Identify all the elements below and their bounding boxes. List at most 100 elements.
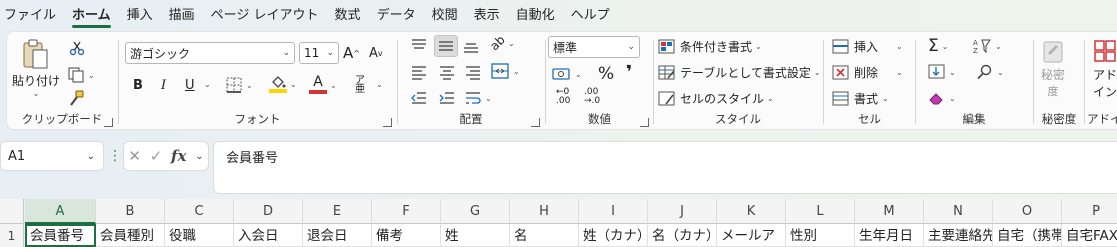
alignment-launcher-icon[interactable] [531, 118, 540, 127]
formula-input[interactable]: 会員番号 [213, 141, 1117, 194]
column-header-m[interactable]: M [855, 199, 924, 224]
menu-draw[interactable]: 描画 [161, 0, 203, 30]
merge-center-button[interactable]: ⌄ [490, 62, 520, 80]
underline-dropdown[interactable]: ⌄ [201, 80, 211, 89]
align-middle-button[interactable] [434, 35, 458, 57]
align-right-button[interactable] [464, 64, 482, 80]
increase-indent-button[interactable] [438, 90, 456, 106]
paste-button[interactable]: 貼り付け ⌄ [12, 38, 60, 98]
bold-button[interactable]: B [133, 78, 143, 93]
select-all-corner[interactable] [0, 199, 24, 224]
cell-styles-button[interactable]: セルのスタイル ⌄ [658, 90, 774, 107]
column-header-e[interactable]: E [303, 199, 372, 224]
cell-i1[interactable]: 姓（カナ） [579, 224, 648, 247]
menu-home[interactable]: ホーム [64, 0, 119, 30]
column-header-i[interactable]: I [579, 199, 648, 224]
align-left-button[interactable] [410, 64, 428, 80]
paste-dropdown-icon[interactable]: ⌄ [33, 89, 40, 98]
cell-n1[interactable]: 主要連絡先 [924, 224, 993, 247]
column-header-l[interactable]: L [786, 199, 855, 224]
column-header-b[interactable]: B [96, 199, 165, 224]
insert-cells-button[interactable]: 挿入 ⌄ [832, 38, 903, 55]
more-options-icon[interactable]: ⋮ [108, 148, 122, 164]
autosum-button[interactable]: Σ ⌄ [928, 36, 948, 56]
column-header-j[interactable]: J [648, 199, 717, 224]
borders-button[interactable]: ⌄ [225, 76, 253, 94]
column-header-d[interactable]: D [234, 199, 303, 224]
cell-j1[interactable]: 名（カナ） [648, 224, 717, 247]
menu-formulas[interactable]: 数式 [327, 0, 369, 30]
column-header-o[interactable]: O [993, 199, 1062, 224]
wrap-text-button[interactable]: ⌄ [464, 90, 492, 106]
cell-b1[interactable]: 会員種別 [96, 224, 165, 247]
column-header-c[interactable]: C [165, 199, 234, 224]
format-cells-button[interactable]: 書式 ⌄ [832, 90, 889, 107]
name-box[interactable]: A1 ⌄ [0, 141, 104, 171]
menu-view[interactable]: 表示 [466, 0, 508, 30]
column-header-a[interactable]: A [25, 199, 96, 224]
cell-f1[interactable]: 備考 [372, 224, 441, 247]
cell-e1[interactable]: 退会日 [303, 224, 372, 247]
align-top-button[interactable] [410, 38, 428, 54]
number-launcher-icon[interactable] [640, 118, 649, 127]
row-header[interactable]: 1 [0, 224, 24, 247]
increase-decimal-button[interactable]: ←0.00 [556, 88, 570, 106]
font-color-button[interactable]: A ⌄ [309, 75, 337, 94]
font-name-combo[interactable]: 游ゴシック ⌄ [125, 42, 295, 64]
menu-review[interactable]: 校閲 [424, 0, 466, 30]
percent-style-button[interactable]: % [598, 64, 614, 84]
cell-h1[interactable]: 名 [510, 224, 579, 247]
comma-style-button[interactable]: ❜ [626, 62, 632, 83]
decrease-font-size-button[interactable]: Av [369, 46, 383, 61]
clear-button[interactable]: ⌄ [928, 90, 956, 106]
orientation-button[interactable]: ab ⌄ [487, 33, 514, 53]
cell-p1[interactable]: 自宅FAX [1062, 224, 1117, 247]
accounting-format-button[interactable]: ⌄ [552, 66, 582, 82]
copy-button[interactable]: ⌄ [67, 66, 95, 84]
column-header-f[interactable]: F [372, 199, 441, 224]
cell-o1[interactable]: 自宅（携帯 [993, 224, 1062, 247]
cell-a1[interactable]: 会員番号 [25, 224, 96, 247]
increase-font-size-button[interactable]: A ^ [343, 44, 360, 62]
chevron-down-icon[interactable]: ⌄ [195, 151, 203, 162]
clipboard-launcher-icon[interactable] [104, 118, 113, 127]
menu-insert[interactable]: 挿入 [119, 0, 161, 30]
font-size-combo[interactable]: 11 ⌄ [299, 42, 339, 64]
delete-cells-button[interactable]: 削除 ⌄ [832, 64, 903, 81]
decrease-indent-button[interactable] [410, 90, 428, 106]
fill-color-button[interactable]: ⌄ [269, 76, 297, 93]
font-launcher-icon[interactable] [383, 118, 392, 127]
menu-page-layout[interactable]: ページ レイアウト [203, 0, 327, 30]
enter-icon[interactable]: ✓ [150, 147, 163, 165]
sensitivity-button[interactable]: 秘密 度 [1040, 38, 1066, 99]
cell-d1[interactable]: 入会日 [234, 224, 303, 247]
align-bottom-button[interactable] [462, 38, 480, 54]
menu-help[interactable]: ヘルプ [563, 0, 618, 30]
column-header-g[interactable]: G [441, 199, 510, 224]
sort-filter-button[interactable]: AZ ⌄ [972, 38, 1002, 54]
column-header-p[interactable]: P [1062, 199, 1117, 224]
format-as-table-button[interactable]: テーブルとして書式設定 ⌄ [658, 64, 821, 81]
cell-g1[interactable]: 姓 [441, 224, 510, 247]
cut-button[interactable] [69, 40, 85, 56]
insert-function-icon[interactable]: fx [171, 147, 186, 165]
conditional-formatting-button[interactable]: 条件付き書式 ⌄ [658, 38, 762, 55]
cancel-icon[interactable]: ✕ [128, 147, 141, 165]
column-header-k[interactable]: K [717, 199, 786, 224]
menu-automate[interactable]: 自動化 [508, 0, 563, 30]
menu-data[interactable]: データ [369, 0, 424, 30]
phonetic-dropdown[interactable]: ⌄ [373, 80, 383, 89]
menu-file[interactable]: ファイル [0, 0, 64, 30]
find-select-button[interactable]: ⌄ [976, 64, 1004, 80]
addins-button[interactable]: アド イン [1093, 38, 1117, 100]
italic-button[interactable]: I [161, 78, 166, 93]
format-painter-button[interactable] [67, 90, 85, 108]
cell-c1[interactable]: 役職 [165, 224, 234, 247]
fill-button[interactable]: ⌄ [928, 64, 956, 80]
phonetic-guide-button[interactable]: ア亜 [355, 76, 365, 95]
align-center-button[interactable] [438, 64, 456, 80]
number-format-combo[interactable]: 標準 ⌄ [548, 36, 640, 58]
cell-l1[interactable]: 性別 [786, 224, 855, 247]
column-header-n[interactable]: N [924, 199, 993, 224]
copy-dropdown-icon[interactable]: ⌄ [88, 71, 95, 80]
